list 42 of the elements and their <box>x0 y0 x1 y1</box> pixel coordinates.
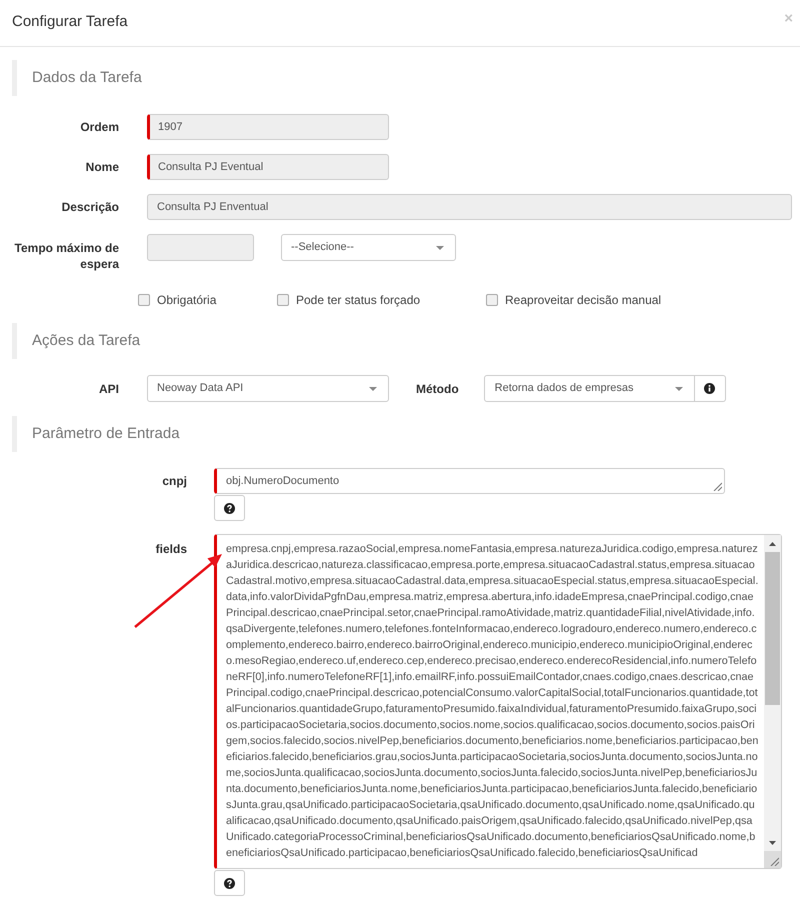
section-heading: Dados da Tarefa <box>12 60 792 96</box>
resize-grip-icon[interactable] <box>713 482 722 491</box>
scroll-up-icon[interactable] <box>769 542 776 546</box>
field-label: Ordem <box>79 119 119 136</box>
text-area[interactable]: empresa.cnpj,empresa.razaoSocial,empresa.nomeFantasia,empresa.naturezaJuridica.codigo,empresa.naturezaJuridica.descricao,natureza.classificacao,empresa.porte,empresa.situacaoCadastral.status,empresa.situacaoCadastral.motivo,empresa.situacaoCadastral.data,empresa.situacaoEspecial.status,empresa.situacaoEspecial.data,info.valorDividaPgfnDau,empresa.matriz,empresa.abertura,info.idadeEmpresa,cnaePrincipal.codigo,cnaePrincipal.descricao,cnaePrincipal.setor,cnaePrincipal.ramoAtividade,matriz.quantidadeFilial,nivelAtividade,info.qsaDivergente,telefones.numero,telefones.fonteInformacao,endereco.logradouro,endereco.numero,endereco.complemento,endereco.bairro,endereco.bairroOriginal,endereco.municipio,endereco.municipioOriginal,endereco.mesoRegiao,endereco.uf,endereco.cep,endereco.precisao,endereco.enderecoResidencial,info.numeroTelefoneRF[0],info.numeroTelefoneRF[1],info.emailRF,info.possuiEmailContador,cnaes.codigo,cnaes.descricao,cnaePrincipal.codigo,cnaePrincipal.descricao,potencialConsumo.valorCapitalSocial,totalFuncionarios.quantidade,totalFuncionarios.quantidadeGrupo,faturamentoPresumido.faixaIndividual,faturamentoPresumido.faixaGrupo,socios.participacaoSocietaria,socios.documento,socios.nome,socios.qualificacao,socios.documento,socios.paisOrigem,socios.falecido,socios.nivelPep,beneficiarios.documento,beneficiarios.nome,beneficiarios.participacao,beneficiarios.falecido,beneficiarios.grau,sociosJunta.participacaoSocietaria,sociosJunta.documento,sociosJunta.nome,sociosJunta.qualificacao,sociosJunta.documento,sociosJunta.falecido,sociosJunta.nivelPep,beneficiariosJunta.documento,beneficiariosJunta.nome,beneficiariosJunta.participacao,beneficiariosJunta.falecido,beneficiariosJunta.grau,qsaUnificado.participacaoSocietaria,qsaUnificado.documento,qsaUnificado.nome,qsaUnificado.qualificacao,qsaUnificado.documento,qsaUnificado.paisOrigem,qsaUnificado.falecido,qsaUnificado.nivelPep,qsaUnificado.categoriaProcessoCriminal,beneficiariosQsaUnificado.documento,beneficiariosQsaUnificado.nome,beneficiariosQsaUnificado.participacao,beneficiariosQsaUnificado.falecido,beneficiariosQsaUnificad <box>214 534 782 869</box>
field-label: Descrição <box>60 199 119 216</box>
checkbox-label: Obrigatória <box>157 292 216 309</box>
field-label: fields <box>154 541 187 558</box>
scrollbar-thumb[interactable] <box>765 552 780 705</box>
field-label: Tempo máximo de espera <box>14 240 119 272</box>
section-heading: Parâmetro de Entrada <box>12 416 792 452</box>
unit-select[interactable]: --Selecione-- <box>281 234 456 261</box>
checkbox[interactable] <box>277 294 289 306</box>
method-select[interactable]: Retorna dados de empresas <box>484 375 695 402</box>
help-button[interactable] <box>214 870 245 896</box>
help-icon <box>224 502 235 514</box>
checkbox[interactable] <box>138 294 150 306</box>
checkbox-label: Pode ter status forçado <box>296 292 420 309</box>
checkbox-label: Reaproveitar decisão manual <box>505 292 662 309</box>
scroll-down-icon[interactable] <box>769 840 776 844</box>
help-button[interactable] <box>214 495 245 521</box>
tempo-input[interactable] <box>147 234 254 261</box>
text-input[interactable]: Consulta PJ Enventual <box>147 194 792 220</box>
text-input[interactable]: 1907 <box>147 114 389 140</box>
help-icon <box>224 878 235 888</box>
dialog-title: Configurar Tarefa <box>12 13 128 31</box>
info-button[interactable] <box>694 375 726 402</box>
text-input[interactable]: Consulta PJ Eventual <box>147 154 389 180</box>
info-icon <box>704 383 716 394</box>
field-label: cnpj <box>161 473 187 490</box>
caret-icon <box>436 246 444 250</box>
section-heading: Ações da Tarefa <box>12 323 792 359</box>
field-label: Método <box>416 380 459 398</box>
text-area[interactable]: obj.NumeroDocumento <box>214 468 725 494</box>
api-select[interactable]: Neoway Data API <box>147 375 389 402</box>
caret-icon <box>674 386 683 390</box>
field-label: Nome <box>84 159 119 176</box>
scrollbar-track[interactable] <box>764 535 781 868</box>
caret-icon <box>369 386 377 390</box>
field-label: API <box>98 380 119 398</box>
checkbox[interactable] <box>486 294 498 306</box>
resize-grip-icon[interactable] <box>770 857 779 866</box>
